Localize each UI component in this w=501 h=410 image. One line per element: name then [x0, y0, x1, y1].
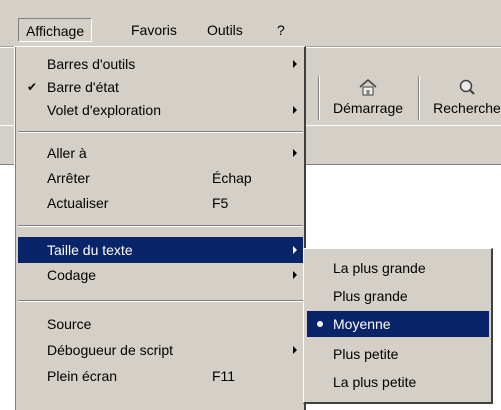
search-label: Recherche	[433, 100, 501, 116]
menu-item-label: Arrêter	[47, 170, 90, 186]
menu-item-label: Codage	[47, 267, 97, 283]
toolbar-separator	[418, 76, 420, 120]
menu-item-label: Barres d'outils	[47, 56, 136, 72]
menu-item-status-bar[interactable]: ✔ Barre d'état	[18, 76, 303, 99]
submenu-item-label: La plus grande	[333, 260, 426, 276]
checkmark-icon: ✔	[27, 80, 38, 94]
menu-separator	[18, 131, 303, 133]
menu-item-label: Taille du texte	[47, 242, 133, 258]
submenu-arrow-icon	[293, 346, 297, 354]
menu-affichage[interactable]: Affichage	[18, 18, 93, 42]
home-icon	[359, 79, 377, 96]
submenu-arrow-icon	[293, 271, 297, 279]
view-menu: Barres d'outils ✔ Barre d'état Volet d'e…	[14, 46, 306, 410]
menu-bar: Affichage Favoris Outils ?	[0, 0, 501, 47]
menu-item-shortcut: F5	[212, 195, 229, 211]
text-size-submenu: La plus grande Plus grande Moyenne Plus …	[303, 248, 493, 404]
menu-item-label: Débogueur de script	[47, 342, 174, 358]
menu-item-toolbars[interactable]: Barres d'outils	[18, 53, 303, 76]
submenu-item-label: Moyenne	[333, 316, 391, 332]
radio-dot-icon	[317, 321, 323, 327]
menu-separator	[18, 300, 303, 302]
menu-item-label: Source	[47, 316, 92, 332]
menu-item-label: Actualiser	[47, 195, 109, 211]
menu-item-explorer-bar[interactable]: Volet d'exploration	[18, 99, 303, 122]
menu-item-label: Volet d'exploration	[47, 102, 161, 118]
menu-item-shortcut: F11	[212, 368, 236, 384]
menu-item-label: Plein écran	[47, 368, 118, 384]
submenu-arrow-icon	[293, 246, 297, 254]
submenu-item-label: La plus petite	[333, 374, 417, 390]
menu-favoris[interactable]: Favoris	[124, 18, 184, 42]
menu-item-encoding[interactable]: Codage	[18, 264, 303, 287]
menu-item-shortcut: Échap	[212, 170, 252, 186]
menu-separator	[18, 225, 303, 227]
menu-item-full-screen[interactable]: Plein écran F11	[18, 365, 303, 388]
home-button[interactable]: Démarrage	[322, 74, 414, 122]
submenu-item-smaller[interactable]: Plus petite	[307, 341, 489, 367]
search-icon	[459, 79, 475, 95]
submenu-arrow-icon	[293, 60, 297, 68]
menu-item-source[interactable]: Source	[18, 313, 303, 336]
menu-item-stop[interactable]: Arrêter Échap	[18, 167, 303, 190]
submenu-item-label: Plus petite	[333, 346, 399, 362]
submenu-item-smallest[interactable]: La plus petite	[307, 369, 489, 395]
menu-item-go-to[interactable]: Aller à	[18, 142, 303, 165]
menu-item-label: Aller à	[47, 145, 87, 161]
toolbar-separator	[318, 76, 320, 120]
search-button[interactable]: Recherche	[422, 74, 501, 122]
submenu-item-largest[interactable]: La plus grande	[307, 255, 489, 281]
menu-help[interactable]: ?	[270, 18, 292, 42]
menu-item-refresh[interactable]: Actualiser F5	[18, 192, 303, 215]
submenu-item-larger[interactable]: Plus grande	[307, 283, 489, 309]
submenu-arrow-icon	[293, 149, 297, 157]
menu-item-script-debugger[interactable]: Débogueur de script	[18, 339, 303, 362]
home-label: Démarrage	[332, 100, 404, 116]
submenu-arrow-icon	[293, 106, 297, 114]
submenu-item-medium[interactable]: Moyenne	[307, 311, 489, 337]
menu-item-label: Barre d'état	[47, 79, 119, 95]
submenu-item-label: Plus grande	[333, 288, 408, 304]
menu-item-text-size[interactable]: Taille du texte	[18, 237, 303, 263]
menu-outils[interactable]: Outils	[200, 18, 250, 42]
